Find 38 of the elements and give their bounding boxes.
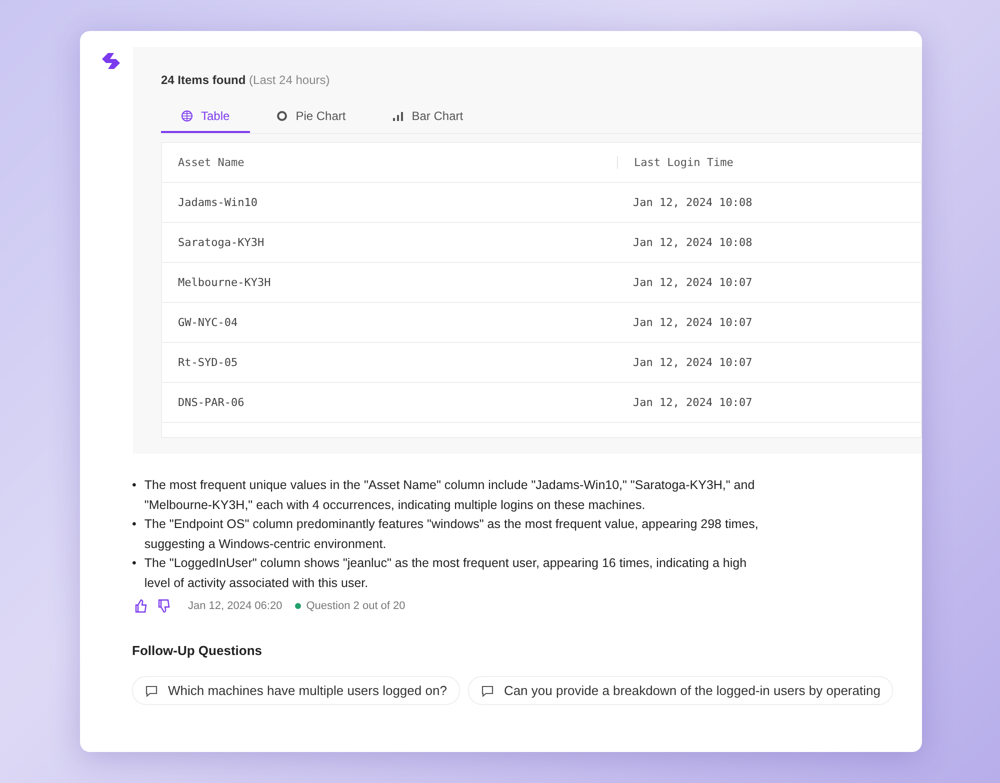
status-dot bbox=[295, 603, 302, 609]
follow-up-chip[interactable]: Can you provide a breakdown of the logged-in users by operating bbox=[468, 676, 894, 705]
timestamp: Jan 12, 2024 06:20 bbox=[188, 600, 282, 612]
question-counter: Question 2 out of 20 bbox=[306, 600, 406, 612]
table-cell-text: DNS-PAR-06 bbox=[177, 396, 246, 409]
table-cell-text: GW-NYC-04 bbox=[177, 316, 239, 329]
table-cell-text: Melbourne-KY3H bbox=[177, 276, 272, 289]
ring-icon bbox=[276, 110, 288, 122]
bullet-marker: • bbox=[132, 477, 136, 494]
table-cell-text: Jan 12, 2024 10:08 bbox=[632, 196, 754, 209]
thumbs-down-icon[interactable] bbox=[157, 599, 171, 613]
section-title: Follow-Up Questions bbox=[132, 643, 263, 658]
summary-text: The "Endpoint OS" column predominantly features "windows" as the most frequent value, appearing 298 times, suggesting a Windows-centric environment. bbox=[144, 516, 760, 553]
summary-text: The "LoggedInUser" column shows "jeanluc" as the most frequent user, appearing 16 times, indicating a high level of activity associated with this user. bbox=[144, 555, 748, 592]
table-cell-text: Jan 12, 2024 10:07 bbox=[632, 276, 754, 289]
result-count: 24 Items found (Last 24 hours) bbox=[161, 73, 331, 87]
table-cell-text: Jan 12, 2024 10:08 bbox=[632, 236, 754, 249]
bar-chart-icon bbox=[392, 110, 404, 122]
table-cell-text: Rt-SYD-05 bbox=[177, 356, 239, 369]
logo-icon bbox=[100, 51, 122, 71]
table-cell-text: Jan 12, 2024 10:07 bbox=[632, 356, 754, 369]
view-tab[interactable]: Bar Chart bbox=[372, 103, 484, 133]
globe-icon bbox=[181, 110, 193, 122]
bullet-marker: • bbox=[132, 516, 136, 533]
follow-up-chip[interactable]: Which machines have multiple users logged on? bbox=[132, 676, 460, 705]
speech-bubble-icon bbox=[480, 684, 494, 696]
table-cell-text: Jan 12, 2024 10:07 bbox=[632, 316, 754, 329]
view-tab[interactable]: Table bbox=[161, 103, 250, 133]
column-header: Last Login Time bbox=[617, 156, 921, 169]
thumbs-up-icon[interactable] bbox=[134, 599, 148, 613]
summary-text: The most frequent unique values in the "Asset Name" column include "Jadams-Win10," "Saratoga-KY3H," and "Melbourne-KY3H," each with 4 occurrences, indicating multiple logins on these machines. bbox=[144, 477, 756, 514]
table-cell-text: Jan 12, 2024 10:07 bbox=[632, 396, 754, 409]
view-tab[interactable]: Pie Chart bbox=[256, 103, 366, 133]
table-cell-text: Saratoga-KY3H bbox=[177, 236, 266, 249]
column-header: Asset Name bbox=[177, 156, 246, 169]
bullet-marker: • bbox=[132, 555, 136, 572]
table-cell-text: Jadams-Win10 bbox=[177, 196, 258, 209]
speech-bubble-icon bbox=[145, 684, 158, 696]
